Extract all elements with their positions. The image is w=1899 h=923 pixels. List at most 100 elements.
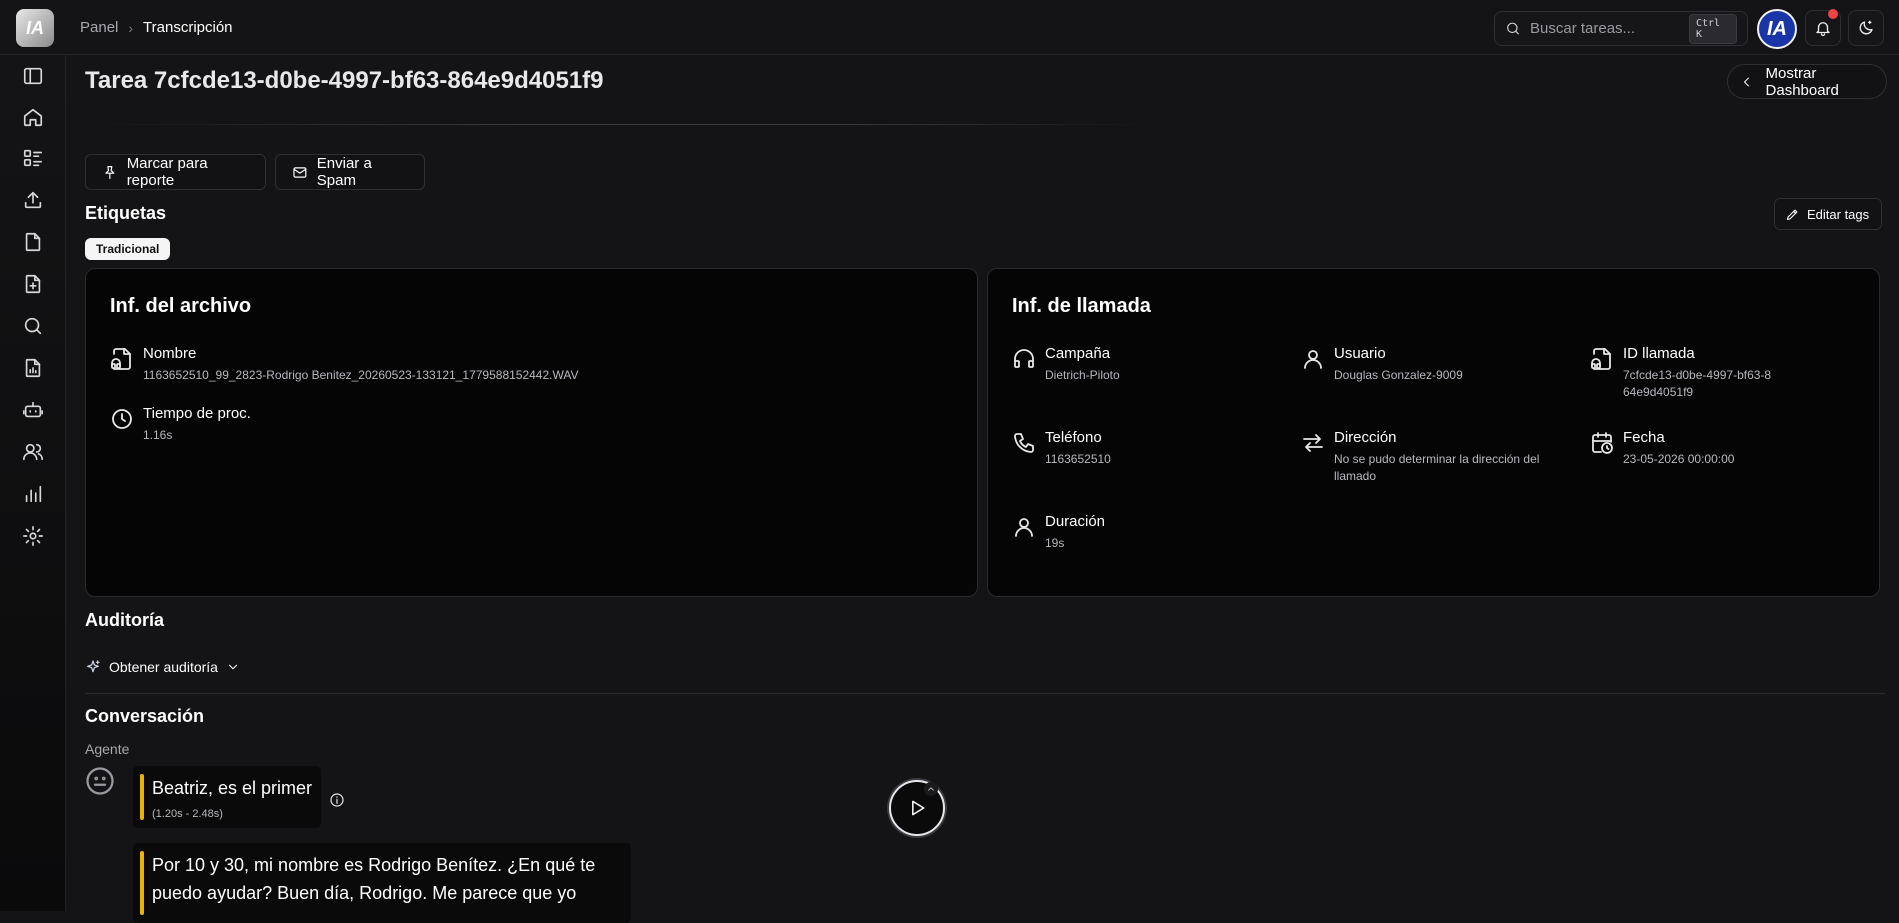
toggle-sidebar-icon[interactable] [22,65,44,87]
send-spam-label: Enviar a Spam [316,155,372,189]
breadcrumb-panel[interactable]: Panel [80,19,118,36]
date-value: 23-05-2026 00:00:00 [1623,452,1735,466]
bell-icon [1816,22,1830,37]
search-nav-icon[interactable] [22,315,44,337]
notifications-button[interactable] [1805,9,1841,46]
breadcrumb-current: Transcripción [143,19,233,36]
campaign-value: Dietrich-Piloto [1045,368,1120,382]
neutral-face-icon [86,767,114,795]
campaign-label: Campaña [1045,345,1111,362]
report-icon[interactable] [22,357,44,379]
edit-tags-button[interactable]: Editar tags [1774,198,1882,230]
phone-label: Teléfono [1045,429,1102,446]
sidebar [0,55,66,911]
pencil-icon [1786,209,1798,220]
file-icon[interactable] [22,231,44,253]
date-label: Fecha [1623,429,1665,446]
duration-label: Duración [1045,513,1106,530]
logo-text: IA [26,17,44,38]
phone-icon [1012,431,1036,455]
mark-report-label: Marcar para reporte [126,155,208,189]
info-icon[interactable] [329,792,345,808]
proc-time-field: Tiempo de proc. 1.16s [110,405,251,444]
moon-icon [1859,20,1873,35]
audit-divider [85,693,1885,694]
phone-value: 1163652510 [1045,452,1111,466]
call-id-value: 7cfcde13-d0be-4997-bf63-864e9d4051f9 [1623,368,1772,399]
speaker-label: Agente [85,741,130,757]
direction-value: No se pudo determinar la dirección del l… [1334,452,1540,483]
breadcrumb-separator: › [128,19,134,36]
show-dashboard-button[interactable]: Mostrar Dashboard [1727,64,1887,99]
search-icon [1507,22,1519,35]
proc-time-label: Tiempo de proc. [143,405,251,422]
robot-icon[interactable] [22,399,44,421]
message-text: Por 10 y 30, mi nombre es Rodrigo Beníte… [152,855,596,903]
file-name-label: Nombre [143,345,197,362]
chart-icon[interactable] [22,483,44,505]
theme-toggle-button[interactable] [1848,10,1884,46]
get-audit-label: Obtener auditoría [109,659,218,675]
message-bubble[interactable]: Por 10 y 30, mi nombre es Rodrigo Beníte… [133,843,631,923]
call-info-title: Inf. de llamada [1012,295,1151,317]
clock-icon [110,407,134,431]
chevron-left-icon [1743,77,1749,86]
direction-field: Dirección No se pudo determinar la direcc… [1301,429,1561,485]
chevron-up-icon [928,787,934,791]
tasks-icon[interactable] [22,147,44,169]
show-dashboard-label: Mostrar Dashboard [1765,64,1839,99]
file-info-title: Inf. del archivo [110,295,252,317]
user-icon [1012,515,1036,539]
user-icon [1301,347,1325,371]
headset-icon [1012,347,1036,371]
conversation-heading: Conversación [85,706,205,726]
audit-heading: Auditoría [85,610,164,630]
duration-value: 19s [1045,536,1065,550]
play-icon [912,800,925,816]
call-id-field: ID llamada 7cfcde13-d0be-4997-bf63-864e9d… [1590,345,1790,401]
notification-badge [1828,9,1838,19]
upload-icon[interactable] [22,189,44,211]
home-icon[interactable] [22,106,44,128]
user-field: Usuario Douglas Gonzalez-9009 [1301,345,1561,384]
message-text: Beatriz, es el primer [152,778,313,798]
settings-icon[interactable] [22,525,44,547]
search-input[interactable] [1530,20,1680,37]
edit-tags-label: Editar tags [1807,206,1870,222]
user-value: Douglas Gonzalez-9009 [1334,368,1463,382]
audio-file-icon [110,347,134,371]
date-field: Fecha 23-05-2026 00:00:00 [1590,429,1790,468]
chevron-down-icon [228,664,237,670]
proc-time-value: 1.16s [143,428,173,442]
title-divider [85,124,1155,125]
user-label: Usuario [1334,345,1386,362]
main-content: Tarea 7cfcde13-d0be-4997-bf63-864e9d4051… [66,55,1899,923]
app-logo[interactable]: IA [16,9,54,47]
file-name-value: 1163652510_99_2823-Rodrigo Benitez_20260… [143,368,579,382]
direction-label: Dirección [1334,429,1397,446]
tag-badge[interactable]: Tradicional [85,238,171,260]
mail-alert-icon [293,166,307,178]
users-icon[interactable] [22,441,44,463]
send-spam-button[interactable]: Enviar a Spam [275,154,425,190]
file-name-field: Nombre 1163652510_99_2823-Rodrigo Benitez… [110,345,579,384]
message-bubble[interactable]: Beatriz, es el primer (1.20s - 2.48s) [133,766,321,828]
message-time: (1.20s - 2.48s) [152,808,223,820]
tags-heading: Etiquetas [85,203,167,223]
top-bar: IA Panel › Transcripción Ctrl K IA [0,0,1899,55]
breadcrumb: Panel › Transcripción [80,19,233,36]
player-expand-button[interactable] [924,782,938,796]
arrows-left-right-icon [1301,431,1325,455]
search-shortcut: Ctrl K [1689,13,1737,44]
mark-report-button[interactable]: Marcar para reporte [85,154,266,190]
audio-file-icon [1590,347,1614,371]
file-info-card: Inf. del archivo Nombre 1163652510_99_282… [85,268,978,597]
get-audit-button[interactable]: Obtener auditoría [85,659,240,675]
call-id-label: ID llamada [1623,345,1695,362]
campaign-field: Campaña Dietrich-Piloto [1012,345,1272,384]
pin-icon [105,165,115,179]
phone-field: Teléfono 1163652510 [1012,429,1272,468]
search-box[interactable]: Ctrl K [1494,11,1748,46]
file-add-icon[interactable] [22,273,44,295]
user-avatar[interactable]: IA [1757,9,1797,49]
